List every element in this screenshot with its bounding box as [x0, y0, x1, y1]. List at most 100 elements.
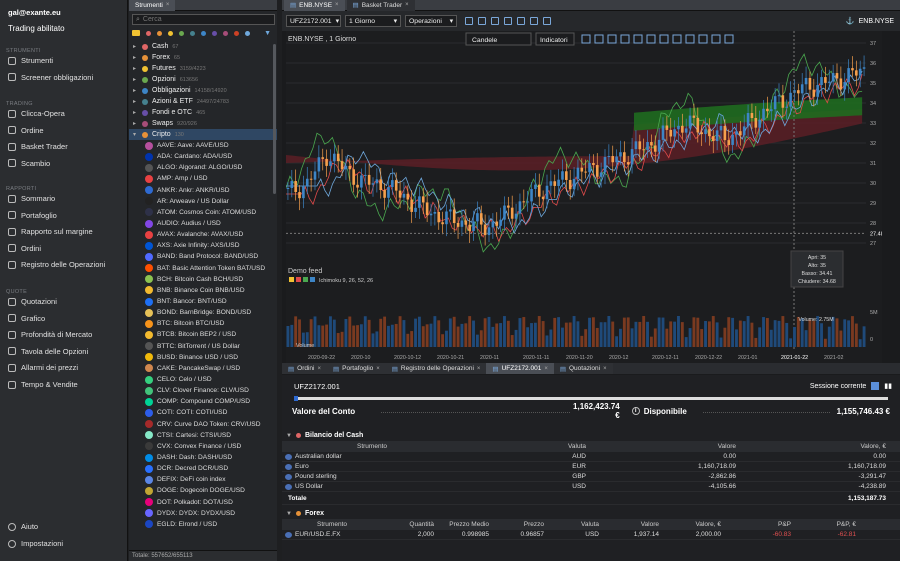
filter-dot[interactable]	[179, 30, 184, 36]
chevron-right-icon[interactable]: ▸	[133, 98, 138, 105]
folder-icon[interactable]	[132, 30, 140, 36]
close-icon[interactable]: ×	[166, 2, 170, 8]
nav-item-portafoglio[interactable]: Portafoglio	[8, 211, 126, 220]
crypto-item[interactable]: DOGE: Dogecoin DOGE/USD	[129, 485, 277, 496]
crosshair-icon[interactable]	[465, 17, 473, 25]
column-header[interactable]: Valore, €	[739, 443, 889, 450]
chevron-right-icon[interactable]: ▸	[133, 43, 138, 50]
chevron-right-icon[interactable]: ▸	[133, 76, 138, 83]
fullscreen-icon[interactable]	[543, 17, 551, 25]
crypto-item[interactable]: BOND: BarnBridge: BOND/USD	[129, 307, 277, 318]
search-box[interactable]: ⌕	[132, 14, 275, 25]
crypto-item[interactable]: DASH: Dash: DASH/USD	[129, 452, 277, 463]
category-item[interactable]: ▸ Cash 67	[129, 41, 277, 52]
filter-dot[interactable]	[168, 30, 173, 36]
nav-item-aiuto[interactable]: Aiuto	[8, 522, 126, 531]
info-icon[interactable]: i	[631, 407, 640, 415]
chevron-right-icon[interactable]: ▸	[133, 65, 138, 72]
crypto-item[interactable]: BAND: Band Protocol: BAND/USD	[129, 251, 277, 262]
filter-dot[interactable]	[245, 30, 250, 36]
bottom-tab[interactable]: ▤ Registro delle Operazioni ×	[385, 363, 487, 374]
nav-item-quotazioni[interactable]: Quotazioni	[8, 297, 126, 306]
session-label[interactable]: Sessione corrente	[810, 383, 866, 390]
category-item[interactable]: ▾ Cripto 130	[129, 129, 277, 140]
close-icon[interactable]: ×	[405, 2, 409, 8]
column-header[interactable]: Prezzo Medio	[437, 521, 492, 528]
crypto-item[interactable]: BNT: Bancor: BNT/USD	[129, 296, 277, 307]
column-header[interactable]: Strumento	[282, 443, 462, 450]
crypto-item[interactable]: AMP: Amp / USD	[129, 173, 277, 184]
crypto-item[interactable]: BAT: Basic Attention Token BAT/USD	[129, 263, 277, 274]
filter-dot[interactable]	[234, 30, 239, 36]
crypto-item[interactable]: ATOM: Cosmos Coin: ATOM/USD	[129, 207, 277, 218]
category-item[interactable]: ▸ Forex 65	[129, 52, 277, 63]
interval-select[interactable]: 1 Giorno ▾	[345, 15, 401, 27]
category-item[interactable]: ▸ Opzioni 613656	[129, 74, 277, 85]
filter-dot[interactable]	[157, 30, 162, 36]
user-email[interactable]: gal@exante.eu	[8, 8, 61, 17]
close-icon[interactable]: ×	[603, 366, 607, 372]
delete-icon[interactable]	[530, 17, 538, 25]
search-input[interactable]	[142, 16, 263, 23]
close-icon[interactable]: ×	[477, 366, 481, 372]
nav-item-impostazioni[interactable]: Impostazioni	[8, 539, 126, 548]
close-icon[interactable]: ×	[376, 366, 380, 372]
crypto-item[interactable]: CTSI: Cartesi: CTSI/USD	[129, 430, 277, 441]
column-header[interactable]: Valuta	[462, 443, 589, 450]
crypto-item[interactable]: BUSD: Binance USD / USD	[129, 352, 277, 363]
bottom-tab[interactable]: ▤ UFZ2172.001 ×	[486, 363, 554, 374]
chevron-down-icon[interactable]: ▾	[133, 131, 138, 138]
category-item[interactable]: ▸ Futures 3159/4223	[129, 63, 277, 74]
filter-dot[interactable]	[146, 30, 151, 36]
column-header[interactable]: Valore	[602, 521, 662, 528]
nav-item-strumenti[interactable]: Strumenti	[8, 56, 126, 65]
crypto-item[interactable]: BTCB: Bitcoin BEP2 / USD	[129, 329, 277, 340]
chevron-right-icon[interactable]: ▸	[133, 54, 138, 61]
settings-icon[interactable]	[478, 17, 486, 25]
category-item[interactable]: ▸ Obbligazioni 14158/14920	[129, 85, 277, 96]
crypto-item[interactable]: BCH: Bitcoin Cash BCH/USD	[129, 274, 277, 285]
crypto-item[interactable]: AVAX: Avalanche: AVAX/USD	[129, 229, 277, 240]
forex-section-title[interactable]: Forex	[305, 510, 324, 517]
crypto-item[interactable]: DOT: Polkadot: DOT/USD	[129, 497, 277, 508]
category-item[interactable]: ▸ Fondi e OTC 465	[129, 107, 277, 118]
crypto-item[interactable]: COMP: Compound COMP/USD	[129, 396, 277, 407]
close-icon[interactable]: ×	[544, 366, 548, 372]
column-header[interactable]: Valuta	[547, 521, 602, 528]
crypto-item[interactable]: DYDX: DYDX: DYDX/USD	[129, 508, 277, 519]
chart-tab[interactable]: ▤ Basket Trader ×	[346, 0, 415, 11]
nav-item-sommario[interactable]: Sommario	[8, 194, 126, 203]
funnel-icon[interactable]: ▼	[264, 30, 271, 37]
tree-scrollbar[interactable]	[273, 44, 276, 194]
anchor-icon[interactable]: ⚓	[846, 17, 855, 25]
crypto-item[interactable]: DEFIX: DeFi coin index	[129, 474, 277, 485]
crypto-item[interactable]: BNB: Binance Coin BNB/USD	[129, 285, 277, 296]
crypto-item[interactable]: COTI: COTI: COTI/USD	[129, 407, 277, 418]
column-header[interactable]: P&P	[724, 521, 794, 528]
crypto-item[interactable]: AUDIO: Audius / USD	[129, 218, 277, 229]
crypto-item[interactable]: AXS: Axie Infinity: AXS/USD	[129, 240, 277, 251]
bottom-tab[interactable]: ▤ Quotazioni ×	[553, 363, 613, 374]
cash-section-title[interactable]: Bilancio del Cash	[305, 432, 363, 439]
nav-item-grafico[interactable]: Grafico	[8, 314, 126, 323]
nav-item-allarmi-dei-prezzi[interactable]: Allarmi dei prezzi	[8, 363, 126, 372]
table-row[interactable]: US Dollar USD -4,105.66 -4,238.89	[282, 482, 900, 492]
table-icon[interactable]	[871, 382, 880, 390]
table-row[interactable]: EUR/USD.E.FX 2,000 0.998985 0.96857 USD 1,937…	[282, 530, 900, 540]
table-row[interactable]: Pound sterling GBP -2,862.86 -3,291.47	[282, 472, 900, 482]
crypto-item[interactable]: ANKR: Ankr: ANKR/USD	[129, 185, 277, 196]
crypto-item[interactable]: DCR: Decred DCR/USD	[129, 463, 277, 474]
crypto-item[interactable]: AAVE: Aave: AAVE/USD	[129, 140, 277, 151]
bottom-tab[interactable]: ▤ Portafoglio ×	[327, 363, 386, 374]
chevron-right-icon[interactable]: ▸	[133, 87, 138, 94]
nav-item-rapporto-sul-margine[interactable]: Rapporto sul margine	[8, 227, 126, 236]
column-header[interactable]: P&P, €	[794, 521, 859, 528]
crypto-item[interactable]: AR: Arweave / US Dollar	[129, 196, 277, 207]
filter-dot[interactable]	[190, 30, 195, 36]
pencil-icon[interactable]	[504, 17, 512, 25]
chevron-right-icon[interactable]: ▸	[133, 109, 138, 116]
bottom-tab[interactable]: ▤ Ordini ×	[282, 363, 328, 374]
column-header[interactable]: Quantità	[382, 521, 437, 528]
nav-item-clicca-opera[interactable]: Clicca-Opera	[8, 109, 126, 118]
copy-icon[interactable]	[491, 17, 499, 25]
